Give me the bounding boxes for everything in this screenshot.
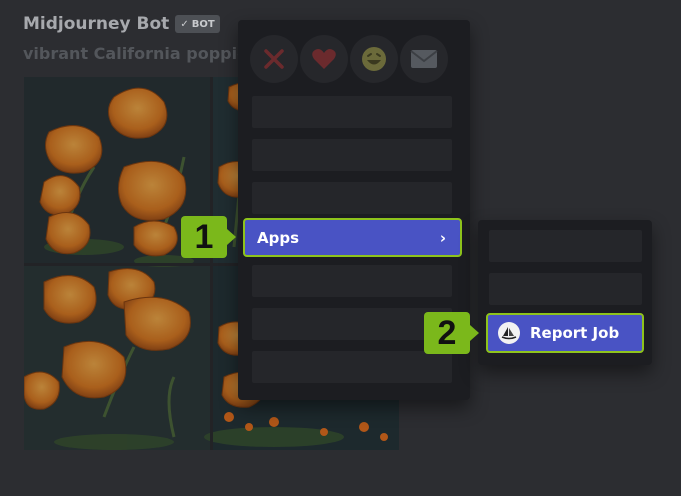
menu-item-apps[interactable]: Apps › [243,218,462,257]
bot-badge-label: BOT [191,18,215,30]
x-icon [264,49,284,69]
envelope-icon [410,50,438,68]
message-author: Midjourney Bot ✓ BOT [23,14,220,34]
menu-item-placeholder[interactable] [252,182,452,214]
midjourney-sailboat-icon [498,322,520,344]
reaction-envelope-button[interactable] [400,35,448,83]
apps-label: Apps [257,228,300,247]
menu-item-placeholder[interactable] [252,139,452,171]
menu-item-placeholder[interactable] [252,96,452,128]
submenu-item-placeholder[interactable] [489,230,642,262]
menu-item-report-job[interactable]: Report Job [486,313,644,353]
menu-item-placeholder[interactable] [252,351,452,383]
heart-icon [312,49,336,69]
quick-reactions [250,35,448,83]
reaction-x-button[interactable] [250,35,298,83]
step-callout-1: 1 [181,216,236,258]
bot-badge: ✓ BOT [175,15,220,33]
step-callout-2: 2 [424,312,479,354]
menu-item-placeholder[interactable] [252,265,452,297]
menu-item-placeholder[interactable] [252,308,452,340]
reaction-grin-button[interactable] [350,35,398,83]
chevron-right-icon: › [439,228,446,247]
author-name[interactable]: Midjourney Bot [23,14,169,34]
verified-check-icon: ✓ [180,18,189,30]
report-job-label: Report Job [530,324,620,342]
grin-emoji-icon [362,47,386,71]
prompt-text: vibrant California poppies [23,44,258,63]
submenu-item-placeholder[interactable] [489,273,642,305]
reaction-heart-button[interactable] [300,35,348,83]
